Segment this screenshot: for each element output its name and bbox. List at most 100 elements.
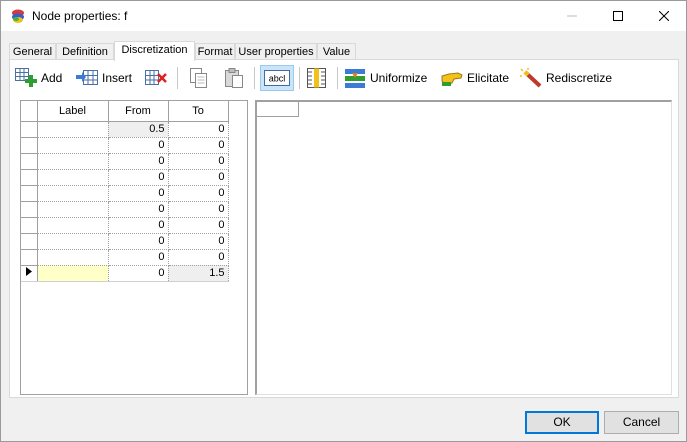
close-button[interactable] [641,1,687,31]
label-cell[interactable] [37,121,109,138]
node-properties-dialog: Node properties: f General Definition Di… [0,0,687,442]
to-cell[interactable]: 0 [168,201,229,218]
row-header[interactable] [21,249,38,266]
text-mode-toggle[interactable]: abcl [260,65,294,91]
to-cell[interactable]: 0 [168,153,229,170]
toolbar-separator [299,67,300,89]
grid-corner-header [21,101,38,122]
uniformize-icon [345,69,365,88]
table-row: 0 0 [21,233,229,250]
add-rows-icon [15,68,37,87]
ruler-table-icon [307,68,326,88]
copy-icon [190,68,207,88]
window-title: Node properties: f [32,9,128,23]
row-header[interactable] [21,217,38,234]
ruler-button[interactable] [305,65,329,91]
row-header[interactable] [21,137,38,154]
maximize-icon [613,11,623,21]
grid-header-row: Label From To [21,101,229,122]
to-cell[interactable]: 0 [168,137,229,154]
column-header-from[interactable]: From [108,101,169,122]
label-cell[interactable] [37,201,109,218]
table-row: 0 0 [21,217,229,234]
elicitate-label: Elicitate [467,71,510,85]
app-icon [12,9,24,23]
table-row: 0.5 0 [21,121,229,138]
elicitate-button[interactable]: Elicitate [440,65,509,91]
label-cell[interactable] [37,153,109,170]
from-cell[interactable]: 0 [108,265,169,282]
text-label-icon: abcl [264,70,290,86]
discretization-grid[interactable]: Label From To 0.5 0 0 0 0 0 0 0 0 0 0 0 … [20,100,248,395]
cancel-button[interactable]: Cancel [604,411,679,434]
preview-header-cell [257,102,299,117]
from-cell[interactable]: 0 [108,169,169,186]
from-cell[interactable]: 0 [108,233,169,250]
table-row: 0 0 [21,169,229,186]
to-cell[interactable]: 0 [168,121,229,138]
column-header-label[interactable]: Label [37,101,109,122]
grid-table: Label From To 0.5 0 0 0 0 0 0 0 0 0 0 0 … [21,101,229,282]
minimize-icon [567,15,577,17]
to-cell[interactable]: 0 [168,249,229,266]
to-cell[interactable]: 0 [168,233,229,250]
label-cell[interactable] [37,233,109,250]
label-cell[interactable] [37,217,109,234]
column-header-to[interactable]: To [168,101,229,122]
magic-wand-icon [520,68,542,88]
minimize-button[interactable] [549,1,595,31]
to-cell[interactable]: 0 [168,169,229,186]
delete-rows-button[interactable] [144,65,168,91]
toolbar: Add Insert abcl Uniformize Elicitate Red… [14,63,674,91]
row-header[interactable] [21,169,38,186]
insert-button[interactable]: Insert [75,65,132,91]
label-cell[interactable] [37,249,109,266]
to-cell[interactable]: 0 [168,217,229,234]
from-cell[interactable]: 0 [108,201,169,218]
row-header[interactable] [21,233,38,250]
table-row: 0 0 [21,153,229,170]
label-cell[interactable] [37,169,109,186]
paste-button[interactable] [222,65,246,91]
from-cell[interactable]: 0 [108,185,169,202]
ok-button[interactable]: OK [525,411,599,434]
to-cell[interactable]: 0 [168,185,229,202]
insert-rows-icon [76,70,98,85]
tab-discretization[interactable]: Discretization [114,41,195,61]
copy-button[interactable] [186,65,210,91]
add-button[interactable]: Add [14,65,62,91]
row-header[interactable] [21,201,38,218]
label-cell-selected[interactable] [37,265,109,282]
from-cell[interactable]: 0 [108,137,169,154]
current-row-arrow-icon [25,267,32,276]
rediscretize-button[interactable]: Rediscretize [519,65,612,91]
distribution-preview-pane [255,100,672,395]
maximize-button[interactable] [595,1,641,31]
row-header[interactable] [21,121,38,138]
insert-label: Insert [102,71,133,85]
rediscretize-label: Rediscretize [546,71,613,85]
table-row: 0 0 [21,137,229,154]
from-cell[interactable]: 0 [108,249,169,266]
table-row-current: 0 1.5 [21,265,229,282]
label-cell[interactable] [37,137,109,154]
row-header[interactable] [21,153,38,170]
paste-icon [225,68,243,88]
to-cell[interactable]: 1.5 [168,265,229,282]
toolbar-separator [177,67,178,89]
label-cell[interactable] [37,185,109,202]
add-label: Add [41,71,63,85]
row-header-current[interactable] [21,265,38,282]
delete-rows-icon [145,70,167,85]
table-row: 0 0 [21,201,229,218]
from-cell[interactable]: 0 [108,217,169,234]
close-icon [659,11,669,21]
uniformize-label: Uniformize [370,71,428,85]
toolbar-separator [337,67,338,89]
from-cell[interactable]: 0 [108,153,169,170]
uniformize-button[interactable]: Uniformize [343,65,427,91]
row-header[interactable] [21,185,38,202]
table-row: 0 0 [21,249,229,266]
from-cell[interactable]: 0.5 [108,121,169,138]
title-bar: Node properties: f [1,1,686,31]
